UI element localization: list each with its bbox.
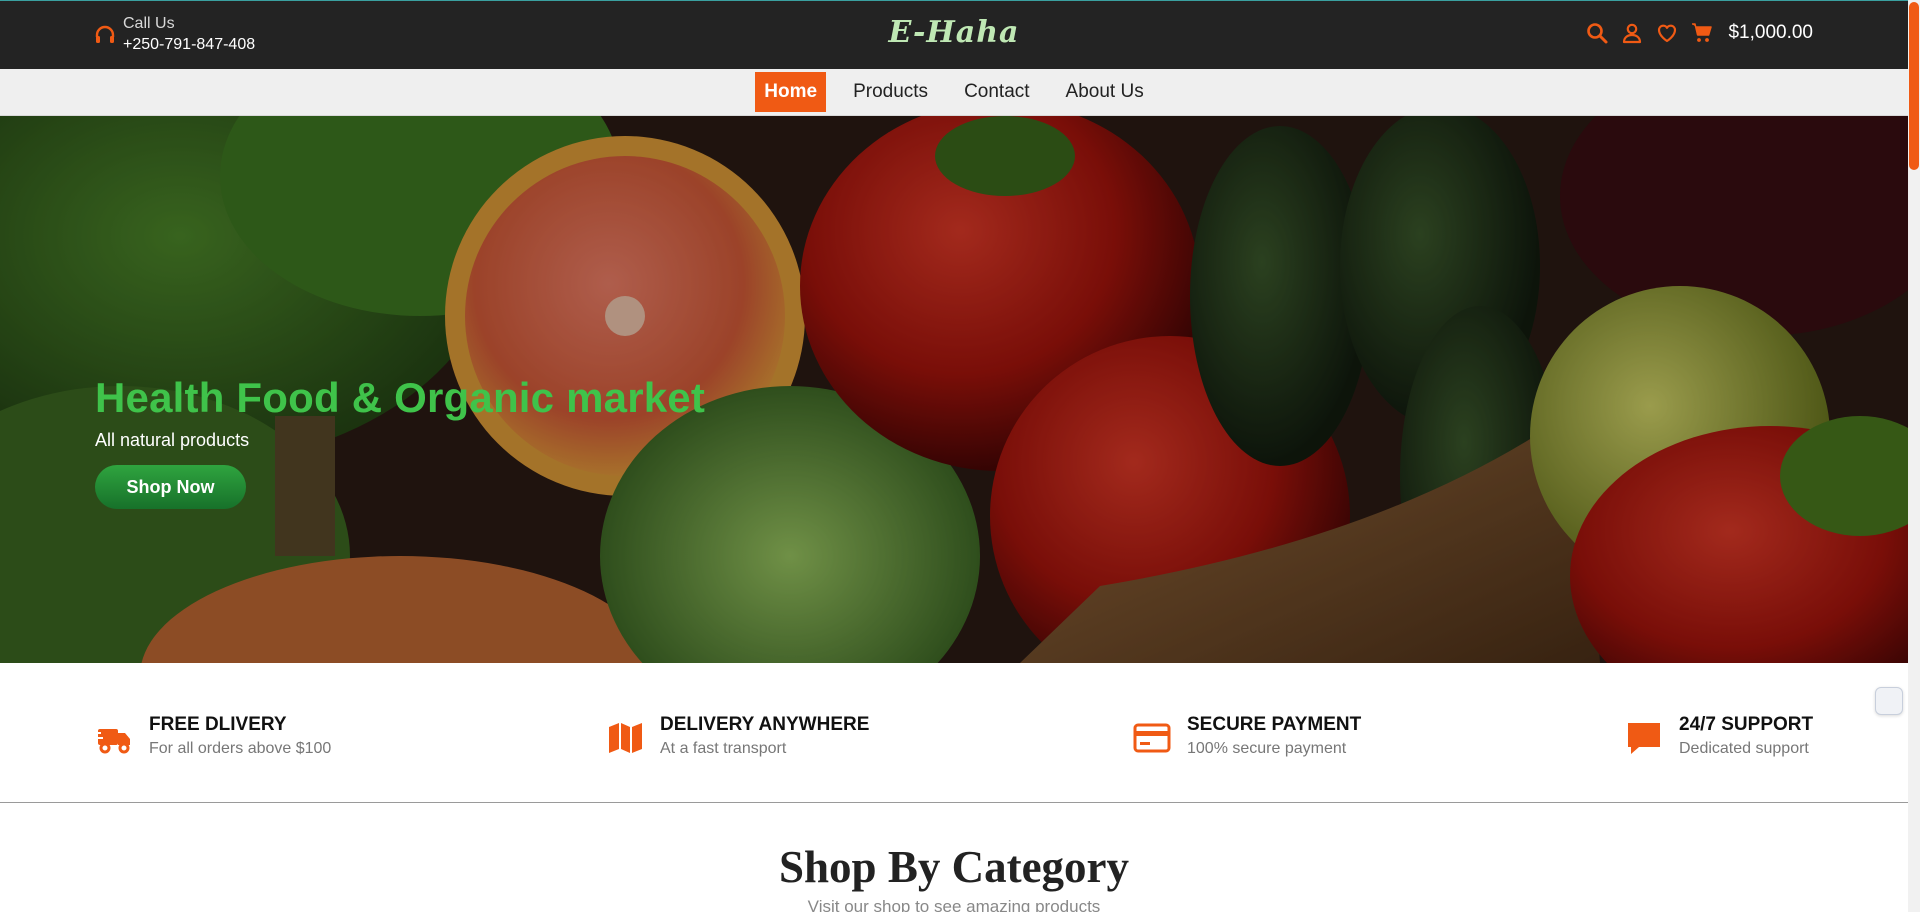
feature-support: 24/7 SUPPORT Dedicated support	[1625, 713, 1813, 758]
nav-about-us[interactable]: About Us	[1057, 72, 1153, 112]
map-icon	[609, 723, 642, 753]
main-nav: Home Products Contact About Us	[0, 69, 1908, 116]
header-actions: $1,000.00	[1585, 21, 1813, 45]
hero-banner: Health Food & Organic market All natural…	[0, 116, 1908, 663]
feature-delivery-anywhere: DELIVERY ANYWHERE At a fast transport	[606, 713, 869, 758]
scrollbar[interactable]	[1908, 0, 1920, 912]
search-icon[interactable]	[1585, 21, 1609, 45]
feature-subtitle: For all orders above $100	[149, 740, 332, 757]
category-subtitle: Visit our shop to see amazing products	[807, 897, 1101, 912]
category-title: Shop By Category	[778, 842, 1130, 892]
hero-title: Health Food & Organic market	[95, 374, 706, 421]
hero-subtitle: All natural products	[95, 430, 250, 450]
features-bar: FREE DLIVERY For all orders above $100 D…	[0, 663, 1908, 803]
nav-home[interactable]: Home	[755, 72, 827, 112]
user-icon[interactable]	[1620, 21, 1644, 45]
top-bar: Call Us +250-791-847-408 E-Haha $1,000.0…	[0, 0, 1908, 69]
feature-title: DELIVERY ANYWHERE	[660, 714, 870, 735]
hero-content: Health Food & Organic market All natural…	[95, 372, 705, 509]
feature-title: FREE DLIVERY	[149, 714, 287, 735]
nav-products[interactable]: Products	[844, 72, 937, 112]
feature-title: SECURE PAYMENT	[1187, 714, 1362, 735]
feature-secure-payment: SECURE PAYMENT 100% secure payment	[1133, 713, 1361, 758]
nav-contact[interactable]: Contact	[955, 72, 1038, 112]
shop-by-category: Shop By Category Visit our shop to see a…	[0, 803, 1908, 912]
feature-subtitle: 100% secure payment	[1187, 740, 1347, 757]
credit-card-icon	[1133, 723, 1171, 753]
floating-widget-button[interactable]	[1875, 687, 1903, 715]
cart-icon[interactable]	[1690, 21, 1714, 45]
shop-now-button[interactable]: Shop Now	[95, 465, 246, 509]
cart-total[interactable]: $1,000.00	[1728, 22, 1813, 44]
feature-subtitle: At a fast transport	[660, 740, 787, 757]
feature-free-delivery: FREE DLIVERY For all orders above $100	[95, 713, 331, 758]
scrollbar-thumb[interactable]	[1909, 2, 1919, 170]
heart-icon[interactable]	[1655, 21, 1679, 45]
feature-title: 24/7 SUPPORT	[1679, 714, 1814, 735]
chat-icon	[1628, 723, 1660, 754]
feature-subtitle: Dedicated support	[1679, 740, 1809, 757]
truck-icon	[95, 729, 130, 754]
